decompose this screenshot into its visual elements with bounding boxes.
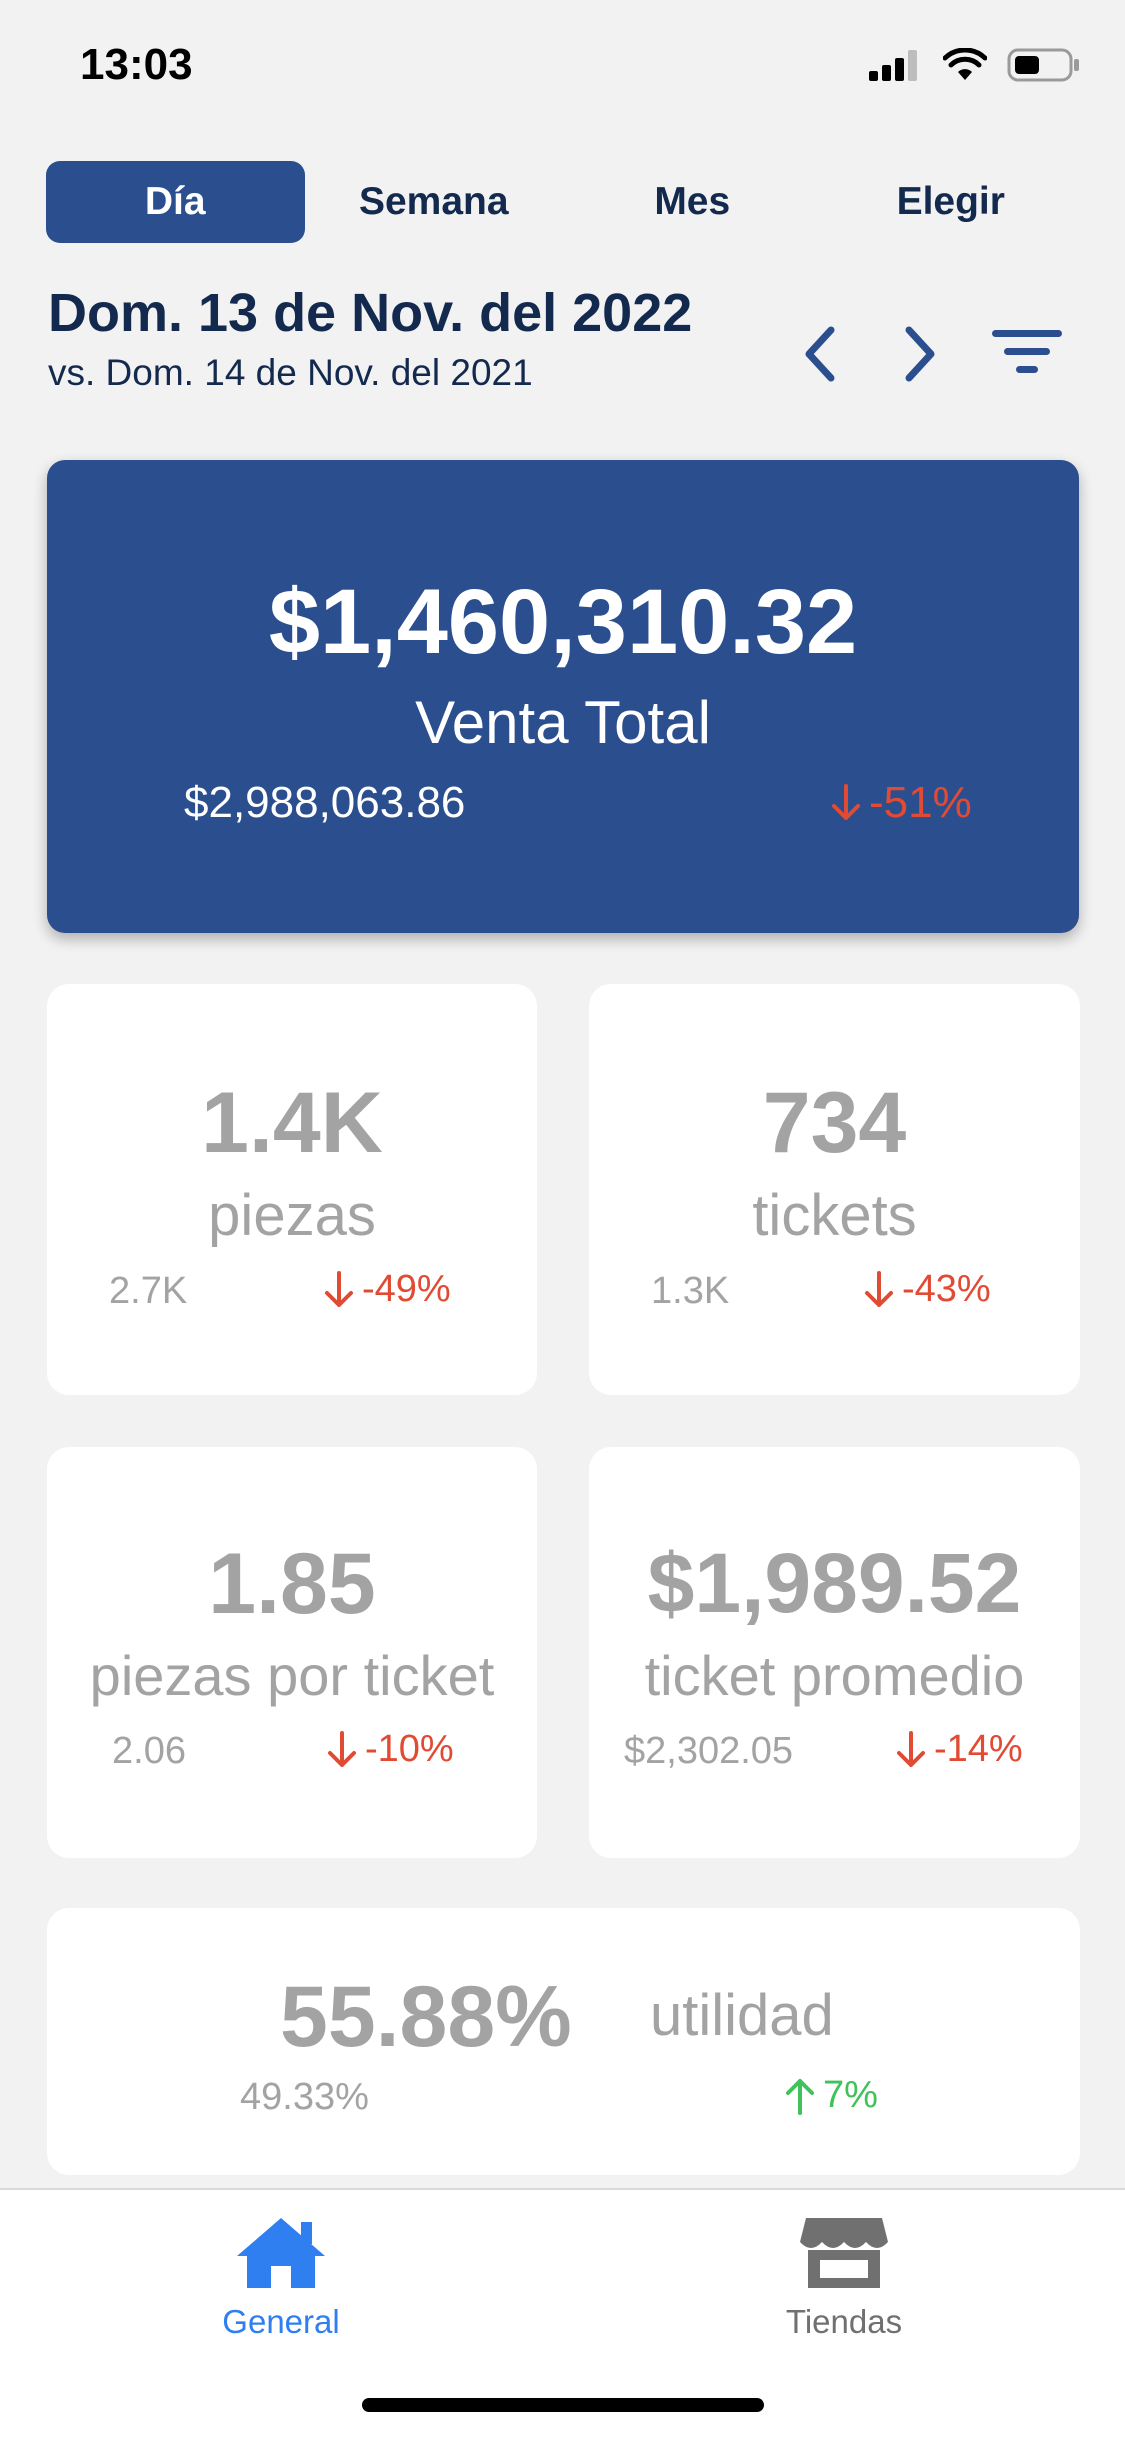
profit-label: utilidad [650, 1983, 834, 2048]
signal-icon [869, 50, 917, 81]
pieces-per-ticket-previous: 2.06 [112, 1730, 186, 1772]
pieces-value: 1.4K [201, 1075, 383, 1171]
wifi-icon [943, 48, 987, 80]
status-icons [869, 48, 1081, 82]
pieces-per-ticket-change-value: -10% [365, 1728, 454, 1770]
nav-general[interactable]: General [131, 2214, 431, 2341]
battery-icon [1007, 48, 1079, 82]
status-time: 13:03 [80, 40, 193, 89]
total-sales-change-value: -51% [869, 778, 972, 827]
tickets-previous: 1.3K [651, 1270, 730, 1312]
chevron-right-icon[interactable] [895, 322, 945, 386]
arrow-down-icon [897, 1730, 925, 1767]
tab-mes[interactable]: Mes [563, 161, 822, 243]
total-sales-previous: $2,988,063.86 [184, 778, 466, 827]
total-sales-value: $1,460,310.32 [268, 571, 858, 673]
pieces-change-value: -49% [362, 1268, 451, 1310]
pieces-change: -49% [322, 1268, 451, 1311]
comparison-date: vs. Dom. 14 de Nov. del 2021 [48, 352, 533, 393]
pieces-per-ticket-value: 1.85 [208, 1536, 376, 1632]
arrow-up-icon [786, 2078, 814, 2115]
profit-change: 7% [783, 2074, 878, 2117]
average-ticket-value: $1,989.52 [647, 1536, 1022, 1630]
tickets-change-value: -43% [902, 1268, 991, 1310]
pieces-per-ticket-card[interactable]: 1.85 piezas por ticket 2.06 -10% [47, 1447, 537, 1858]
nav-general-label: General [222, 2303, 340, 2340]
average-ticket-label: ticket promedio [644, 1644, 1025, 1707]
home-indicator [362, 2398, 764, 2412]
profit-value: 55.88% [280, 1969, 572, 2065]
arrow-down-icon [832, 784, 860, 820]
tickets-value: 734 [762, 1075, 907, 1171]
tab-dia[interactable]: Día [46, 161, 305, 243]
tickets-change: -43% [862, 1268, 991, 1311]
average-ticket-card[interactable]: $1,989.52 ticket promedio $2,302.05 -14% [589, 1447, 1080, 1858]
profit-change-value: 7% [823, 2074, 878, 2116]
average-ticket-change-value: -14% [934, 1728, 1023, 1770]
total-sales-change: -51% [829, 778, 972, 828]
pieces-card[interactable]: 1.4K piezas 2.7K -49% [47, 984, 537, 1395]
tab-elegir[interactable]: Elegir [822, 161, 1081, 243]
average-ticket-previous: $2,302.05 [624, 1730, 794, 1772]
total-sales-card[interactable]: $1,460,310.32 Venta Total $2,988,063.86 … [47, 460, 1079, 933]
store-icon [800, 2218, 888, 2288]
pieces-previous: 2.7K [109, 1270, 188, 1312]
arrow-down-icon [328, 1730, 356, 1767]
filter-icon[interactable] [990, 320, 1064, 384]
nav-tiendas[interactable]: Tiendas [694, 2214, 994, 2341]
chevron-left-icon[interactable] [795, 322, 845, 386]
arrow-down-icon [865, 1270, 893, 1307]
pieces-per-ticket-change: -10% [325, 1728, 454, 1771]
period-tabs: Día Semana Mes Elegir [46, 161, 1080, 243]
total-sales-label: Venta Total [415, 689, 711, 756]
nav-tiendas-label: Tiendas [785, 2303, 903, 2340]
profit-previous: 49.33% [240, 2076, 369, 2118]
tab-semana[interactable]: Semana [305, 161, 564, 243]
home-icon [237, 2218, 325, 2288]
tickets-label: tickets [752, 1183, 917, 1248]
arrow-down-icon [325, 1270, 353, 1307]
pieces-per-ticket-label: piezas por ticket [89, 1644, 495, 1707]
average-ticket-change: -14% [894, 1728, 1023, 1771]
current-date: Dom. 13 de Nov. del 2022 [48, 283, 693, 343]
tickets-card[interactable]: 734 tickets 1.3K -43% [589, 984, 1080, 1395]
profit-card[interactable]: 55.88% utilidad 49.33% 7% [47, 1908, 1080, 2175]
pieces-label: piezas [208, 1183, 376, 1248]
